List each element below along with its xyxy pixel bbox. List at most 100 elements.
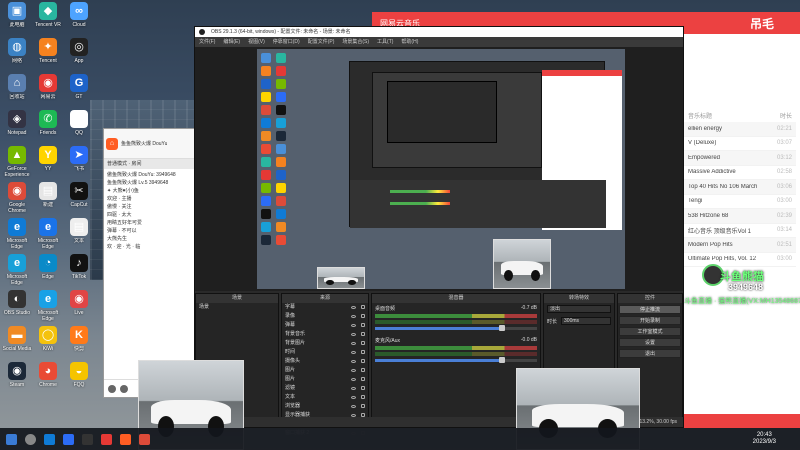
- source-item[interactable]: 浏览器: [282, 402, 368, 411]
- lock-icon[interactable]: [361, 377, 365, 381]
- desktop-icon[interactable]: ◉ Live: [64, 290, 94, 322]
- playlist-row[interactable]: Tengi 03:00: [684, 195, 796, 209]
- control-button[interactable]: 开始录制: [619, 316, 681, 325]
- menu-item[interactable]: 配置文件(P): [308, 37, 335, 47]
- clock[interactable]: 20:43 2023/9/3: [753, 432, 776, 446]
- duration-input[interactable]: 300ms: [561, 317, 611, 325]
- source-item[interactable]: 字幕: [282, 303, 368, 312]
- desktop-icon[interactable]: ◈ Notepad: [2, 110, 32, 142]
- source-item[interactable]: 时间: [282, 348, 368, 357]
- eye-icon[interactable]: [351, 387, 356, 390]
- netease-icon[interactable]: [101, 433, 112, 445]
- playlist-row[interactable]: Top 40 Hits No 106 March 03:06: [684, 180, 796, 195]
- chrome-icon[interactable]: [139, 433, 150, 445]
- feishu-icon[interactable]: [63, 433, 74, 445]
- control-button[interactable]: 停止推流: [619, 305, 681, 314]
- desktop-icon[interactable]: ◕ Chrome: [33, 362, 63, 394]
- source-item[interactable]: 背景音乐: [282, 330, 368, 339]
- playlist-row[interactable]: Massive Addictive 02:58: [684, 166, 796, 180]
- edge-icon[interactable]: [44, 433, 55, 445]
- lock-icon[interactable]: [361, 305, 365, 309]
- lock-icon[interactable]: [361, 332, 365, 336]
- desktop-icon[interactable]: G GT: [64, 74, 94, 106]
- eye-icon[interactable]: [351, 405, 356, 408]
- source-item[interactable]: 图片: [282, 366, 368, 375]
- desktop-icon[interactable]: ◉ Steam: [2, 362, 32, 394]
- desktop-icon[interactable]: ✦ Tencent: [33, 38, 63, 70]
- playlist-row[interactable]: 红心音乐 顶级音乐Vol 1 03:14: [684, 224, 796, 238]
- eye-icon[interactable]: [351, 333, 356, 336]
- eye-icon[interactable]: [351, 306, 356, 309]
- menu-item[interactable]: 场景集合(S): [342, 37, 369, 47]
- eye-icon[interactable]: [351, 342, 356, 345]
- obs-icon[interactable]: [82, 433, 93, 445]
- lock-icon[interactable]: [361, 350, 365, 354]
- obs-preview[interactable]: [195, 47, 683, 291]
- desktop-icon[interactable]: ∞ Cloud: [64, 2, 94, 34]
- lock-icon[interactable]: [361, 386, 365, 390]
- desktop-icon[interactable]: ✂ CapCut: [64, 182, 94, 214]
- desktop-icon[interactable]: ✆ Friends: [33, 110, 63, 142]
- desktop-icon[interactable]: ◕ QQ: [64, 110, 94, 142]
- search-icon[interactable]: [25, 433, 36, 445]
- desktop-icon[interactable]: ▤ 新建: [33, 182, 63, 214]
- menu-item[interactable]: 工具(T): [377, 37, 393, 47]
- desktop-icon[interactable]: ◍ 网络: [2, 38, 32, 70]
- desktop-icon[interactable]: ▣ 此电脑: [2, 2, 32, 34]
- desktop-icon[interactable]: K 快剪: [64, 326, 94, 358]
- desktop-icon[interactable]: ♪ TikTok: [64, 254, 94, 286]
- desktop-icon[interactable]: ◔ Edge: [33, 254, 63, 286]
- source-item[interactable]: 图片: [282, 375, 368, 384]
- desktop-icon[interactable]: ◯ KiWi: [33, 326, 63, 358]
- control-button[interactable]: 工作室模式: [619, 327, 681, 336]
- desktop-icon[interactable]: ⌂ 回收站: [2, 74, 32, 106]
- volume-slider[interactable]: [375, 357, 537, 363]
- playlist-row[interactable]: Empowered 03:12: [684, 151, 796, 166]
- douyu-toolbar[interactable]: 普通模式 · 房间: [104, 159, 194, 169]
- menu-item[interactable]: 停靠窗口(D): [273, 37, 300, 47]
- eye-icon[interactable]: [351, 315, 356, 318]
- source-item[interactable]: 滤镜: [282, 384, 368, 393]
- desktop-icon[interactable]: ➤ 飞书: [64, 146, 94, 178]
- eye-icon[interactable]: [351, 360, 356, 363]
- desktop-icon[interactable]: ◎ App: [64, 38, 94, 70]
- playlist-row[interactable]: Modern Pop Hits 02:51: [684, 238, 796, 253]
- source-item[interactable]: 背景图片: [282, 339, 368, 348]
- lock-icon[interactable]: [361, 368, 365, 372]
- settings-icon[interactable]: [108, 384, 116, 393]
- start-icon[interactable]: [6, 433, 17, 445]
- desktop-icon[interactable]: e Microsoft Edge: [33, 290, 63, 322]
- desktop-icon[interactable]: ▲ GeForce Experience: [2, 146, 32, 178]
- source-item[interactable]: 弹幕: [282, 321, 368, 330]
- music-user[interactable]: 吊毛: [750, 15, 774, 32]
- eye-icon[interactable]: [351, 396, 356, 399]
- douyu-icon[interactable]: [120, 433, 131, 445]
- eye-icon[interactable]: [351, 324, 356, 327]
- desktop-icon[interactable]: ◆ Tencent VR: [33, 2, 63, 34]
- volume-icon[interactable]: [120, 384, 128, 393]
- desktop-icon[interactable]: ◉ Google Chrome: [2, 182, 32, 214]
- playlist-row[interactable]: ellien energy 02:21: [684, 122, 796, 137]
- lock-icon[interactable]: [361, 323, 365, 327]
- eye-icon[interactable]: [351, 378, 356, 381]
- source-item[interactable]: 文本: [282, 393, 368, 402]
- menu-item[interactable]: 编辑(E): [223, 37, 240, 47]
- eye-icon[interactable]: [351, 351, 356, 354]
- lock-icon[interactable]: [361, 341, 365, 345]
- desktop-icon[interactable]: e Microsoft Edge: [33, 218, 63, 250]
- desktop-icon[interactable]: Y YY: [33, 146, 63, 178]
- transition-type-select[interactable]: 淡出: [547, 305, 611, 313]
- menu-item[interactable]: 文件(F): [199, 37, 215, 47]
- control-button[interactable]: 退出: [619, 349, 681, 358]
- source-item[interactable]: 摄像头: [282, 357, 368, 366]
- scene-item[interactable]: 场景: [196, 303, 278, 312]
- desktop-icon[interactable]: ◒ FQQ: [64, 362, 94, 394]
- desktop-icon[interactable]: ▤ 文本: [64, 218, 94, 250]
- desktop-icon[interactable]: e Microsoft Edge: [2, 254, 32, 286]
- control-button[interactable]: 设置: [619, 338, 681, 347]
- menu-item[interactable]: 视图(V): [248, 37, 265, 47]
- menu-item[interactable]: 帮助(H): [401, 37, 418, 47]
- lock-icon[interactable]: [361, 404, 365, 408]
- eye-icon[interactable]: [351, 369, 356, 372]
- desktop-icon[interactable]: ◐ OBS Studio: [2, 290, 32, 322]
